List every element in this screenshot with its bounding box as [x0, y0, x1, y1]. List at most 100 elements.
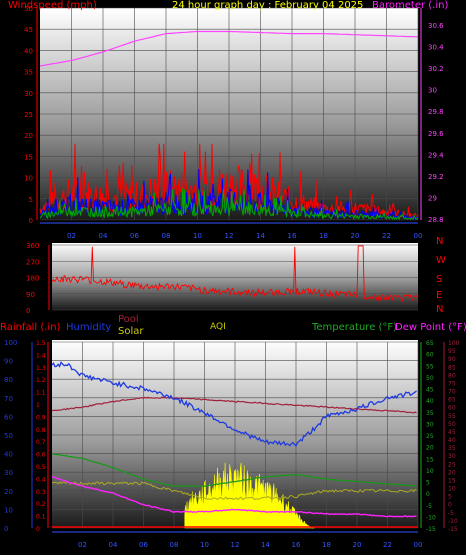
top-x-tick-label: 18 [319, 232, 328, 240]
wind-tick-label: 35 [24, 69, 33, 77]
wind-tick-label: 10 [24, 175, 33, 183]
wind-tick-label: 40 [24, 47, 33, 55]
humidity-tick-label: 80 [4, 376, 13, 384]
rain-tick-label: 1.2 [36, 377, 46, 384]
barometer-tick-label: 29.2 [428, 173, 444, 181]
bottom-x-tick-label: 14 [261, 541, 270, 549]
barometer-tick-label: 30.2 [428, 65, 444, 73]
wind-tick-label: 25 [24, 111, 33, 119]
dewpoint-tick-label: 25 [448, 461, 456, 468]
windspeed-label: Windspeed (mph) [8, 0, 97, 11]
dewpoint-tick-label: 60 [448, 405, 456, 412]
rain-tick-label: 0.1 [36, 514, 46, 521]
dewpoint-tick-label: 65 [448, 397, 456, 404]
humidity-tick-label: 20 [4, 488, 13, 496]
dewpoint-tick-label: 50 [448, 421, 456, 428]
bottom-x-tick-label: 22 [383, 541, 392, 549]
dewpoint-tick-label: 40 [448, 437, 456, 444]
temperature-label: Temperature (°F) [311, 322, 397, 333]
dewpoint-tick-label: 75 [448, 380, 456, 387]
wind-tick-label: 50 [24, 5, 33, 13]
humidity-tick-label: 90 [4, 358, 13, 366]
dewpoint-tick-label: 5 [448, 494, 452, 501]
barometer-tick-label: 28.8 [428, 216, 444, 224]
temperature-tick-label: 50 [426, 375, 434, 382]
temperature-tick-label: 30 [426, 421, 434, 428]
rain-tick-label: 0.4 [36, 476, 46, 483]
direction-tick-label: 90 [26, 291, 35, 299]
wind-tick-label: 30 [24, 90, 33, 98]
barometer-tick-label: 30.6 [428, 22, 444, 30]
dewpoint-tick-label: 100 [448, 340, 460, 347]
temperature-tick-label: 10 [426, 468, 434, 475]
rain-tick-label: 1.3 [36, 365, 46, 372]
compass-label: E [436, 290, 442, 301]
top-x-tick-label: 14 [256, 232, 265, 240]
rain-tick-label: 1.5 [36, 340, 46, 347]
pool-label: Pool [118, 314, 139, 325]
rain-tick-label: 0.3 [36, 489, 46, 496]
dewpoint-tick-label: 90 [448, 356, 456, 363]
top-x-tick-label: 16 [288, 232, 297, 240]
temperature-tick-label: 60 [426, 352, 434, 359]
barometer-tick-label: 29.4 [428, 151, 444, 159]
wind-tick-label: 45 [24, 26, 33, 34]
temperature-tick-label: 25 [426, 433, 434, 440]
humidity-tick-label: 40 [4, 451, 13, 459]
barometer-tick-label: 29 [428, 194, 437, 202]
dewpoint-tick-label: 30 [448, 453, 456, 460]
temperature-tick-label: 35 [426, 410, 434, 417]
temperature-tick-label: -10 [426, 514, 436, 521]
wind-tick-label: 15 [24, 153, 33, 161]
top-x-tick-label: 22 [382, 232, 391, 240]
bottom-x-tick-label: 06 [139, 541, 148, 549]
rain-tick-label: 0.7 [36, 439, 46, 446]
humidity-tick-label: 10 [4, 506, 13, 514]
humidity-label: Humidity [66, 322, 111, 333]
barometer-tick-label: 30 [428, 87, 437, 95]
rain-tick-label: 1.1 [36, 390, 46, 397]
dewpoint-tick-label: -10 [448, 518, 458, 525]
dewpoint-tick-label: 85 [448, 364, 456, 371]
humidity-tick-label: 0 [4, 525, 8, 533]
humidity-tick-label: 100 [4, 339, 17, 347]
temperature-tick-label: 65 [426, 340, 434, 347]
dewpoint-tick-label: -15 [448, 526, 458, 533]
dewpoint-tick-label: -5 [448, 510, 454, 517]
bottom-x-tick-label: 18 [322, 541, 331, 549]
temperature-tick-label: 20 [426, 445, 434, 452]
top-x-tick-label: 12 [225, 232, 234, 240]
dewpoint-tick-label: 45 [448, 429, 456, 436]
dewpoint-tick-label: 20 [448, 469, 456, 476]
compass-label: N [436, 236, 443, 247]
direction-tick-label: 0 [26, 307, 30, 315]
bottom-x-tick-label: 16 [292, 541, 301, 549]
humidity-tick-label: 50 [4, 432, 13, 440]
rain-tick-label: 0 [36, 526, 40, 533]
temperature-tick-label: 45 [426, 387, 434, 394]
barometer-tick-label: 29.8 [428, 108, 444, 116]
dewpoint-tick-label: 15 [448, 477, 456, 484]
top-x-tick-label: 00 [414, 232, 423, 240]
rainfall-label: Rainfall (.in) [0, 322, 61, 333]
bottom-x-tick-label: 04 [109, 541, 118, 549]
rain-tick-label: 1 [36, 402, 40, 409]
wind-tick-label: 5 [29, 196, 33, 204]
dewpoint-tick-label: 70 [448, 389, 456, 396]
bottom-x-tick-label: 10 [200, 541, 209, 549]
top-x-tick-label: 20 [351, 232, 360, 240]
temperature-tick-label: 0 [426, 491, 430, 498]
dewpoint-tick-label: 10 [448, 486, 456, 493]
temperature-tick-label: -15 [426, 526, 436, 533]
rain-tick-label: 0.2 [36, 501, 46, 508]
rain-tick-label: 1.4 [36, 352, 46, 359]
bottom-x-tick-label: 20 [353, 541, 362, 549]
chart-title: 24 hour graph day : February 04 2025 [172, 0, 363, 11]
temperature-tick-label: 40 [426, 398, 434, 405]
compass-label: W [436, 255, 446, 266]
top-x-tick-label: 08 [162, 232, 171, 240]
bottom-x-tick-label: 00 [414, 541, 423, 549]
direction-tick-label: 360 [26, 242, 39, 250]
solar-label: Solar [118, 326, 144, 337]
top-x-tick-label: 10 [193, 232, 202, 240]
